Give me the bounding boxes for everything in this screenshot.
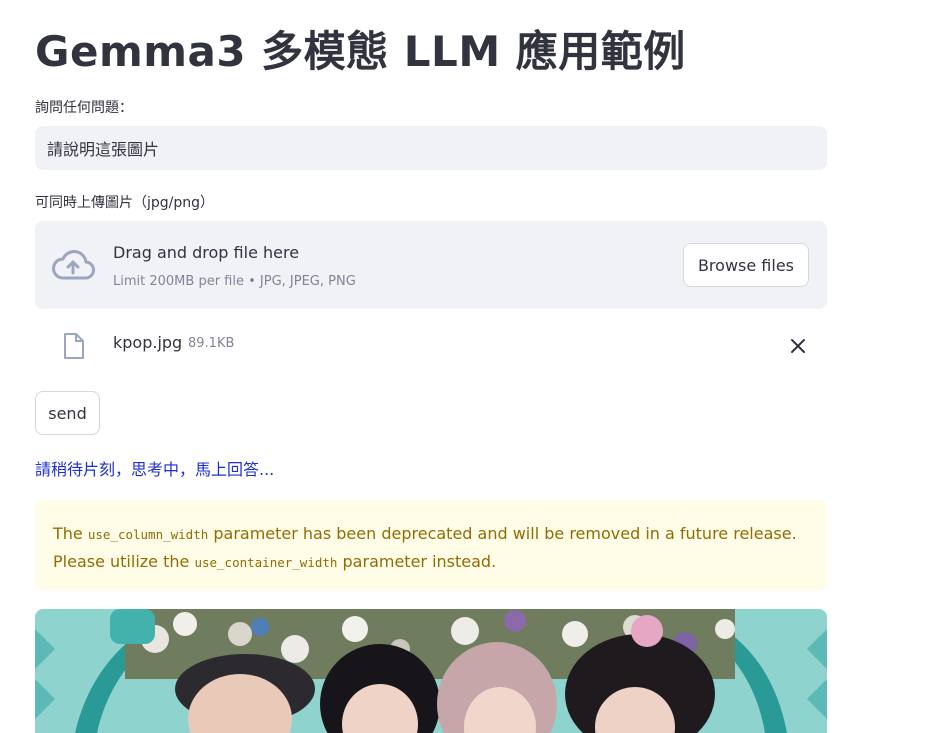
question-input[interactable]: 請說明這張圖片 <box>35 126 827 170</box>
send-button[interactable]: send <box>35 391 100 435</box>
uploaded-file-item: kpop.jpg 89.1KB <box>35 322 827 370</box>
upload-label: 可同時上傳圖片（jpg/png） <box>35 195 215 211</box>
file-dropzone[interactable]: Drag and drop file here Limit 200MB per … <box>35 221 827 309</box>
warning-text-3: parameter instead. <box>337 552 497 571</box>
warning-text-1: The <box>53 524 88 543</box>
file-size: 89.1KB <box>188 336 235 351</box>
warning-code-2: use_container_width <box>194 555 338 570</box>
file-icon <box>64 333 84 359</box>
dropzone-limit: Limit 200MB per file • JPG, JPEG, PNG <box>113 274 356 289</box>
question-input-value: 請說明這張圖片 <box>47 140 160 159</box>
deprecation-warning: The use_column_width parameter has been … <box>35 500 827 590</box>
warning-code-1: use_column_width <box>87 527 209 542</box>
uploaded-image-picture <box>35 609 827 733</box>
uploaded-image <box>35 609 827 733</box>
page-title: Gemma3 多模態 LLM 應用範例 <box>35 27 686 76</box>
browse-files-button[interactable]: Browse files <box>682 243 809 287</box>
question-label: 詢問任何問題： <box>35 100 133 116</box>
cloud-upload-icon <box>52 250 95 280</box>
file-name: kpop.jpg <box>113 333 183 352</box>
status-message: 請稍待片刻，思考中，馬上回答... <box>35 460 275 479</box>
close-icon[interactable] <box>788 336 808 356</box>
dropzone-instructions: Drag and drop file here <box>113 243 300 262</box>
